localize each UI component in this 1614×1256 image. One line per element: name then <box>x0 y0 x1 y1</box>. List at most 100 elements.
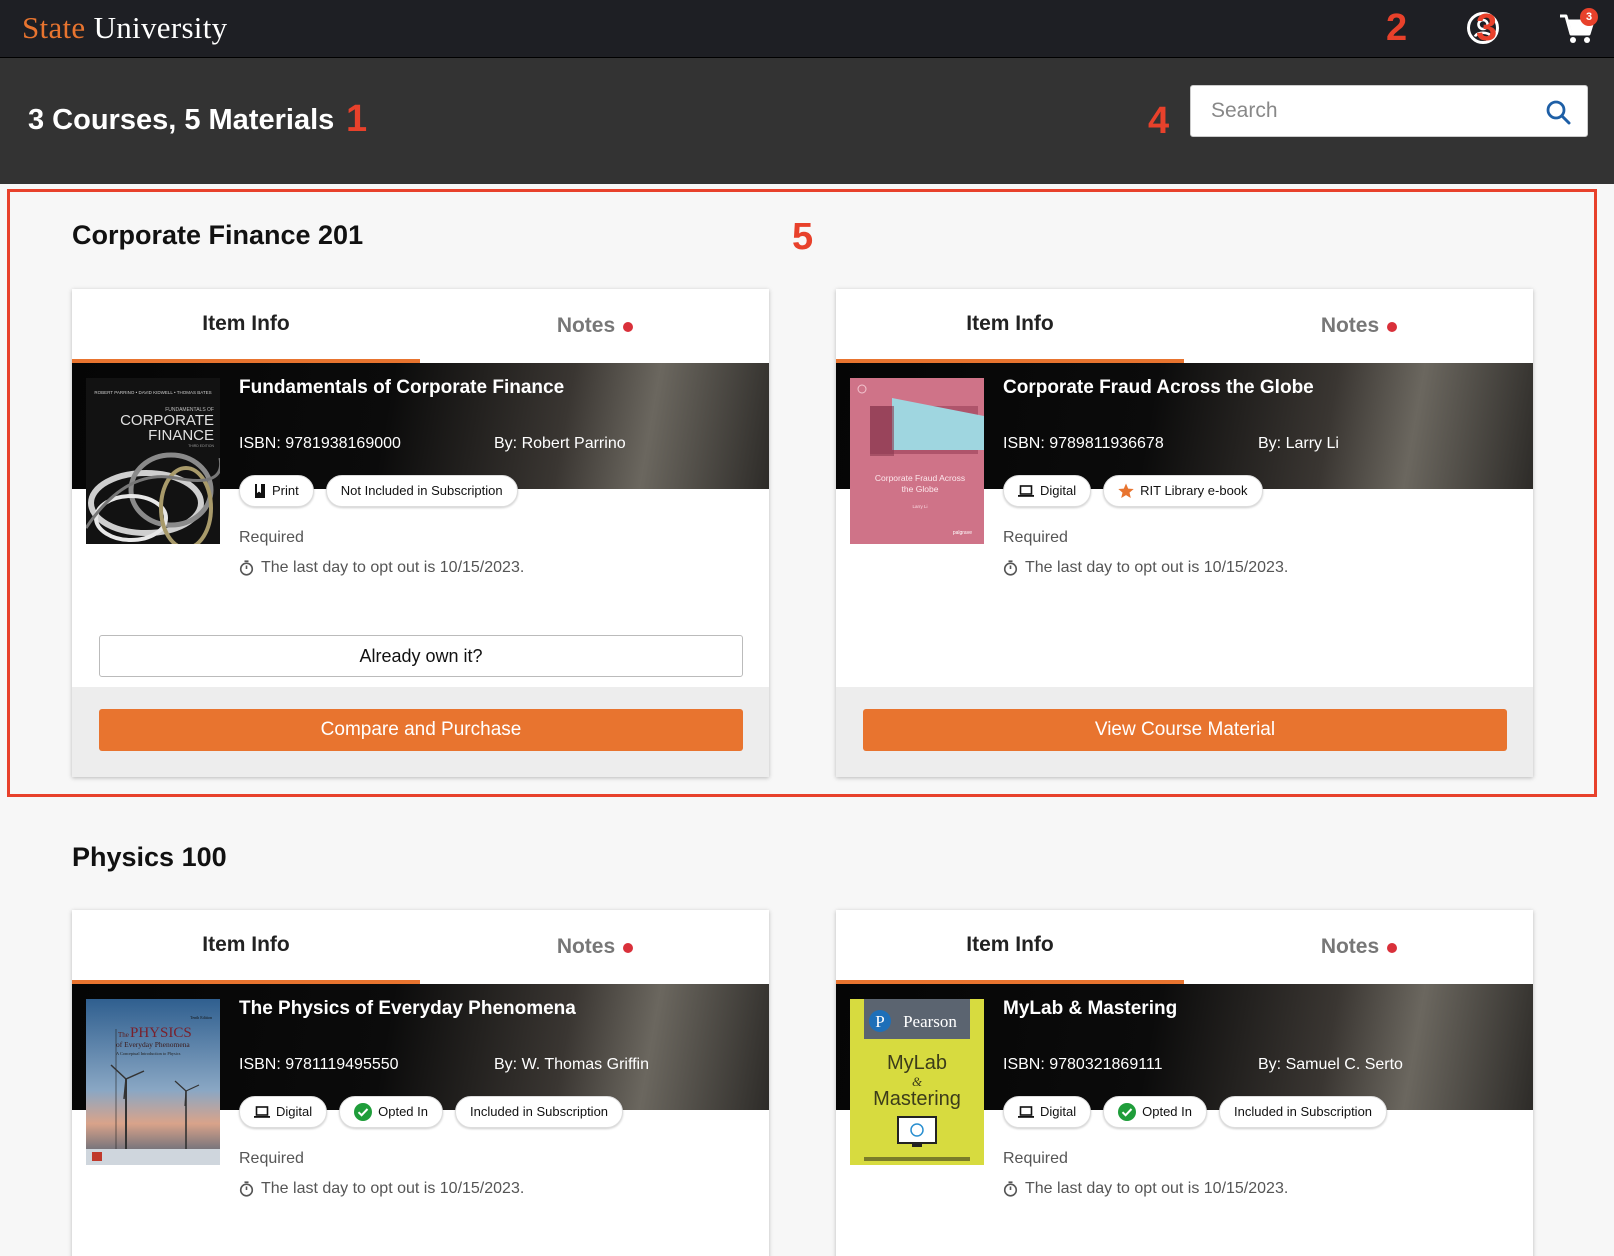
card-tabs: Item Info Notes <box>836 910 1533 984</box>
material-card: Item Info Notes Tenth Edition The PHYSIC… <box>72 910 769 1256</box>
svg-text:FINANCE: FINANCE <box>148 427 214 444</box>
notes-indicator-dot <box>1387 943 1398 954</box>
stopwatch-icon <box>239 1181 254 1197</box>
material-card: Item Info Notes ROBERT PARRINO • DAVID K… <box>72 289 769 777</box>
svg-text:P: P <box>875 1012 884 1031</box>
tab-notes[interactable]: Notes <box>421 289 769 363</box>
search-box <box>1190 85 1588 137</box>
material-title: The Physics of Everyday Phenomena <box>239 998 576 1019</box>
tab-item-info[interactable]: Item Info <box>836 289 1184 363</box>
svg-text:THIRD EDITION: THIRD EDITION <box>188 444 214 448</box>
material-chips: Digital Opted In Included in Subscriptio… <box>239 1096 624 1128</box>
book-cover[interactable]: ROBERT PARRINO • DAVID KIDWELL • THOMAS … <box>86 378 220 544</box>
required-label: Required <box>239 1150 304 1167</box>
corporate-finance-cover-art: ROBERT PARRINO • DAVID KIDWELL • THOMAS … <box>86 378 220 544</box>
material-card: Item Info Notes Corporate Fraud Across t… <box>836 289 1533 777</box>
notes-indicator-dot <box>1387 322 1398 333</box>
physics-cover-art: Tenth Edition The PHYSICS of Everyday Ph… <box>86 999 220 1165</box>
svg-text:The: The <box>118 1031 129 1039</box>
tab-item-info[interactable]: Item Info <box>836 910 1184 984</box>
subscription-chip: Not Included in Subscription <box>325 475 518 507</box>
svg-text:&: & <box>912 1074 923 1089</box>
svg-text:A Conceptual Introduction to P: A Conceptual Introduction to Physics <box>116 1051 181 1056</box>
card-footer: View Course Material <box>836 687 1533 777</box>
required-label: Required <box>1003 529 1068 546</box>
mylab-mastering-cover-art: P Pearson MyLab & Mastering <box>850 999 984 1165</box>
subscription-chip: Included in Subscription <box>455 1096 624 1128</box>
notes-indicator-dot <box>623 943 634 954</box>
card-tabs: Item Info Notes <box>72 910 769 984</box>
annotation-label-2: 2 <box>1386 7 1408 49</box>
laptop-icon <box>254 1106 270 1118</box>
already-own-button[interactable]: Already own it? <box>99 635 743 677</box>
stopwatch-icon <box>1003 560 1018 576</box>
material-title: MyLab & Mastering <box>1003 998 1178 1019</box>
svg-text:Mastering: Mastering <box>873 1088 961 1110</box>
corporate-fraud-cover-art: Corporate Fraud Across the Globe Larry L… <box>850 378 984 544</box>
material-card: Item Info Notes P Pearson MyLab & Master… <box>836 910 1533 1256</box>
annotation-label-3: 3 <box>1476 7 1498 49</box>
material-author: By: Robert Parrino <box>494 435 626 452</box>
cart-count-badge: 3 <box>1580 8 1598 26</box>
material-author: By: Larry Li <box>1258 435 1339 452</box>
search-icon[interactable] <box>1545 99 1571 125</box>
opt-out-notice: The last day to opt out is 10/15/2023. <box>239 559 524 577</box>
opt-out-notice: The last day to opt out is 10/15/2023. <box>239 1180 524 1198</box>
material-isbn: ISBN: 9780321869111 <box>1003 1056 1163 1073</box>
format-chip: Digital <box>1003 1096 1092 1128</box>
material-chips: Digital RIT Library e-book <box>1003 475 1263 507</box>
material-author: By: W. Thomas Griffin <box>494 1056 650 1073</box>
material-author: By: Samuel C. Serto <box>1258 1056 1403 1073</box>
tab-notes[interactable]: Notes <box>1185 910 1533 984</box>
card-tabs: Item Info Notes <box>836 289 1533 363</box>
tab-item-info[interactable]: Item Info <box>72 289 420 363</box>
material-isbn: ISBN: 9781119495550 <box>239 1056 399 1073</box>
compare-and-purchase-button[interactable]: Compare and Purchase <box>99 709 743 751</box>
card-tabs: Item Info Notes <box>72 289 769 363</box>
opted-in-chip: Opted In <box>1103 1096 1207 1128</box>
view-course-material-button[interactable]: View Course Material <box>863 709 1507 751</box>
material-chips: Print Not Included in Subscription <box>239 475 518 507</box>
required-label: Required <box>239 529 304 546</box>
search-input[interactable] <box>1191 86 1531 136</box>
material-title: Fundamentals of Corporate Finance <box>239 377 565 398</box>
material-chips: Digital Opted In Included in Subscriptio… <box>1003 1096 1388 1128</box>
course-title: Physics 100 <box>72 842 227 872</box>
format-chip: Digital <box>239 1096 328 1128</box>
subscription-chip: Included in Subscription <box>1219 1096 1388 1128</box>
annotation-label-1: 1 <box>346 98 368 140</box>
top-nav-bar: State University 2 3 3 <box>0 0 1614 58</box>
university-logo[interactable]: State University <box>22 10 227 46</box>
courses-materials-summary: 3 Courses, 5 Materials <box>28 104 335 136</box>
library-chip: RIT Library e-book <box>1103 475 1263 507</box>
book-cover[interactable]: P Pearson MyLab & Mastering <box>850 999 984 1165</box>
book-cover[interactable]: Tenth Edition The PHYSICS of Everyday Ph… <box>86 999 220 1165</box>
star-icon <box>1118 483 1134 498</box>
course-title: Corporate Finance 201 <box>72 220 364 250</box>
tab-item-info[interactable]: Item Info <box>72 910 420 984</box>
material-isbn: ISBN: 9781938169000 <box>239 435 401 452</box>
book-cover[interactable]: Corporate Fraud Across the Globe Larry L… <box>850 378 984 544</box>
print-book-icon <box>255 484 265 498</box>
opted-in-chip: Opted In <box>339 1096 443 1128</box>
svg-text:MyLab: MyLab <box>887 1052 947 1074</box>
required-label: Required <box>1003 1150 1068 1167</box>
svg-text:ROBERT PARRINO • DAVID KIDWELL: ROBERT PARRINO • DAVID KIDWELL • THOMAS … <box>94 390 211 395</box>
annotation-label-4: 4 <box>1148 100 1170 142</box>
card-footer: Compare and Purchase <box>72 687 769 777</box>
opt-out-notice: The last day to opt out is 10/15/2023. <box>1003 1180 1288 1198</box>
svg-text:PHYSICS: PHYSICS <box>130 1025 192 1041</box>
stopwatch-icon <box>239 560 254 576</box>
opt-out-notice: The last day to opt out is 10/15/2023. <box>1003 559 1288 577</box>
tab-notes[interactable]: Notes <box>1185 289 1533 363</box>
annotation-label-5: 5 <box>792 216 814 258</box>
format-chip: Digital <box>1003 475 1092 507</box>
stopwatch-icon <box>1003 1181 1018 1197</box>
material-title: Corporate Fraud Across the Globe <box>1003 377 1314 398</box>
svg-text:Tenth Edition: Tenth Edition <box>190 1015 212 1020</box>
svg-text:Larry Li: Larry Li <box>912 504 927 509</box>
svg-text:Pearson: Pearson <box>903 1012 957 1031</box>
svg-text:of Everyday Phenomena: of Everyday Phenomena <box>116 1040 190 1049</box>
tab-notes[interactable]: Notes <box>421 910 769 984</box>
check-circle-icon <box>354 1103 373 1121</box>
